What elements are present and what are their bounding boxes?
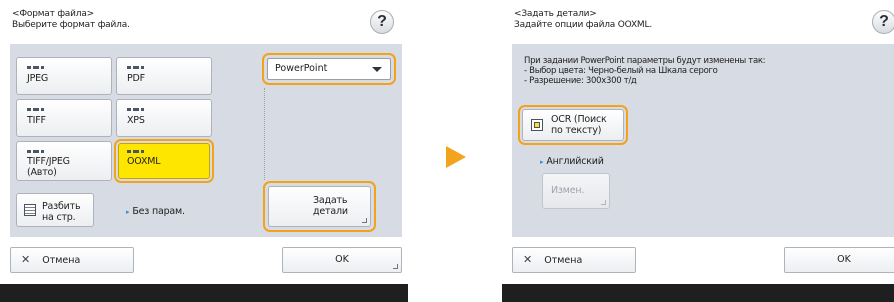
format-label: OOXML [127,156,161,167]
format-jpeg-button[interactable]: JPEG [16,57,112,95]
format-label: PDF [127,73,145,84]
help-button[interactable]: ? [370,10,394,34]
info-text: При задании PowerPoint параметры будут и… [524,56,766,86]
format-label: XPS [127,115,145,126]
change-language-label: Измен. [551,185,585,196]
change-language-button[interactable]: Измен. [542,173,610,209]
ok-label: OK [335,254,349,265]
ocr-label: OCR (Поиск по тексту) [551,114,607,136]
corner-indicator-icon [601,200,606,205]
corner-indicator-icon [393,264,398,269]
split-status-label: Без парам. [132,206,185,217]
set-details-button[interactable]: Задать детали [268,186,371,227]
dropdown-value: PowerPoint [275,63,328,74]
file-format-icon [127,66,149,69]
corner-indicator-icon [362,218,367,223]
close-icon: ✕ [523,253,533,266]
bullet-icon: ▸ [126,208,130,216]
details-panel: При задании PowerPoint параметры будут и… [512,44,894,237]
cancel-label: Отмена [42,255,81,266]
ocr-button[interactable]: OCR (Поиск по тексту) [522,109,624,141]
file-format-icon [127,150,149,153]
info-line: - Выбор цвета: Черно-белый на Шкала серо… [524,66,718,76]
format-label: TIFF [27,115,46,126]
split-pages-label: Разбить на стр. [42,201,81,223]
ok-button[interactable]: OK [282,247,402,273]
format-label-line1: TIFF/JPEG [27,156,70,167]
header-subtitle: Задайте опции файла OOXML. [514,20,652,30]
help-button[interactable]: ? [872,10,894,34]
ocr-label-line2: по тексту) [551,125,602,136]
chevron-down-icon [372,67,382,72]
screen-header: <Задать детали> Задайте опции файла OOXM… [514,9,652,31]
split-pages-button[interactable]: Разбить на стр. [16,193,94,227]
ocr-label-line1: OCR (Поиск [551,114,607,125]
format-label: TIFF/JPEG (Авто) [27,156,70,178]
set-details-label: Задать детали [313,195,348,217]
format-label-line2: (Авто) [27,167,57,178]
cancel-label: Отмена [544,255,583,266]
close-icon: ✕ [21,253,31,266]
file-format-icon [127,108,149,111]
format-tiff-jpeg-auto-button[interactable]: TIFF/JPEG (Авто) [16,141,112,181]
ocr-language-text: ▸ Английский [540,156,604,167]
file-format-icon [27,150,49,153]
file-format-icon [27,66,49,69]
header-title: <Формат файла> [12,9,94,19]
ok-button[interactable]: OK [784,247,894,273]
split-pages-label-line2: на стр. [42,212,76,223]
split-pages-icon [24,204,36,216]
cancel-button[interactable]: ✕ Отмена [512,247,636,273]
transition-arrow-icon [446,146,466,168]
ocr-icon [531,119,543,131]
cancel-button[interactable]: ✕ Отмена [10,247,134,273]
bullet-icon: ▸ [540,158,544,166]
info-line: - Разрешение: 300x300 т/д [524,76,637,86]
header-subtitle: Выберите формат файла. [12,20,130,30]
set-details-label-line1: Задать [313,195,348,206]
ok-label: OK [837,254,851,265]
set-details-screen: <Задать детали> Задайте опции файла OOXM… [502,0,894,302]
screen-header: <Формат файла> Выберите формат файла. [12,9,130,31]
status-bar [0,284,408,302]
status-bar [502,284,894,302]
divider [264,88,265,180]
info-line: При задании PowerPoint параметры будут и… [524,56,766,66]
format-xps-button[interactable]: XPS [116,99,212,137]
set-details-label-line2: детали [313,206,348,217]
format-ooxml-button[interactable]: OOXML [118,143,210,179]
split-pages-label-line1: Разбить [42,201,81,212]
ooxml-type-dropdown[interactable]: PowerPoint [267,58,391,80]
format-panel: JPEG PDF TIFF XPS TIFF/JPEG (Авто) OOXML [10,44,402,237]
format-tiff-button[interactable]: TIFF [16,99,112,137]
format-pdf-button[interactable]: PDF [116,57,212,95]
file-format-icon [27,108,49,111]
split-status-text: ▸ Без парам. [126,206,185,217]
ocr-language-label: Английский [546,156,604,167]
header-title: <Задать детали> [514,9,597,19]
format-label: JPEG [27,73,49,84]
file-format-screen: <Формат файла> Выберите формат файла. ? … [0,0,408,302]
